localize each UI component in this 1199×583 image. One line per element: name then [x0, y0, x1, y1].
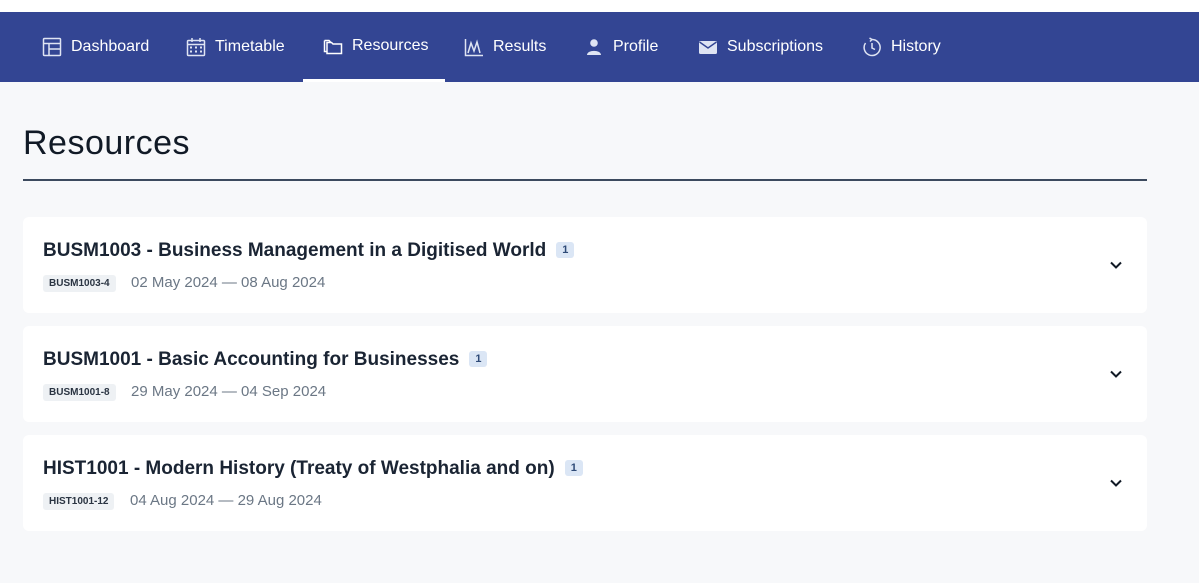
nav-history[interactable]: History: [862, 12, 941, 82]
course-code-badge: HIST1001-12: [43, 493, 115, 510]
course-dates: 02 May 2024 — 08 Aug 2024: [131, 274, 326, 291]
nav-label: History: [891, 38, 941, 55]
course-title: HIST1001 - Modern History (Treaty of Wes…: [43, 458, 555, 479]
course-title: BUSM1001 - Basic Accounting for Business…: [43, 349, 460, 370]
nav-label: Resources: [352, 36, 429, 54]
nav-profile[interactable]: Profile: [584, 12, 658, 82]
course-title-row: BUSM1001 - Basic Accounting for Business…: [43, 349, 488, 371]
envelope-icon: [698, 37, 718, 57]
resource-count-badge: 1: [564, 460, 583, 476]
nav-results[interactable]: Results: [464, 12, 546, 82]
course-code-badge: BUSM1003-4: [43, 275, 116, 292]
course-dates: 04 Aug 2024 — 29 Aug 2024: [130, 492, 322, 509]
nav-dashboard[interactable]: Dashboard: [42, 12, 149, 82]
course-card[interactable]: HIST1001 - Modern History (Treaty of Wes…: [23, 435, 1147, 531]
resource-count-badge: 1: [469, 351, 488, 367]
chevron-down-icon[interactable]: [1107, 256, 1125, 274]
nav-subscriptions[interactable]: Subscriptions: [698, 12, 823, 82]
history-icon: [862, 37, 882, 57]
nav-label: Results: [493, 38, 547, 55]
course-title: BUSM1003 - Business Management in a Digi…: [43, 240, 547, 261]
nav-label: Dashboard: [71, 38, 150, 55]
chevron-down-icon[interactable]: [1107, 474, 1125, 492]
main-nav: Dashboard Timetable Resources Results Pr…: [0, 12, 1199, 82]
top-strip: [0, 0, 1199, 12]
nav-label: Timetable: [215, 38, 285, 55]
title-divider: [23, 179, 1147, 181]
calendar-icon: [186, 37, 206, 57]
chart-icon: [464, 37, 484, 57]
person-icon: [584, 37, 604, 57]
course-card[interactable]: BUSM1001 - Basic Accounting for Business…: [23, 326, 1147, 422]
dashboard-icon: [42, 37, 62, 57]
course-code-badge: BUSM1001-8: [43, 384, 116, 401]
course-title-row: HIST1001 - Modern History (Treaty of Wes…: [43, 458, 583, 480]
course-title-row: BUSM1003 - Business Management in a Digi…: [43, 240, 575, 262]
nav-label: Profile: [613, 38, 659, 55]
nav-timetable[interactable]: Timetable: [186, 12, 285, 82]
resource-count-badge: 1: [556, 242, 575, 258]
page-title: Resources: [23, 124, 191, 162]
chevron-down-icon[interactable]: [1107, 365, 1125, 383]
nav-resources[interactable]: Resources: [303, 12, 445, 82]
course-card[interactable]: BUSM1003 - Business Management in a Digi…: [23, 217, 1147, 313]
course-dates: 29 May 2024 — 04 Sep 2024: [131, 383, 327, 400]
nav-label: Subscriptions: [727, 38, 824, 55]
folders-icon: [323, 36, 343, 56]
